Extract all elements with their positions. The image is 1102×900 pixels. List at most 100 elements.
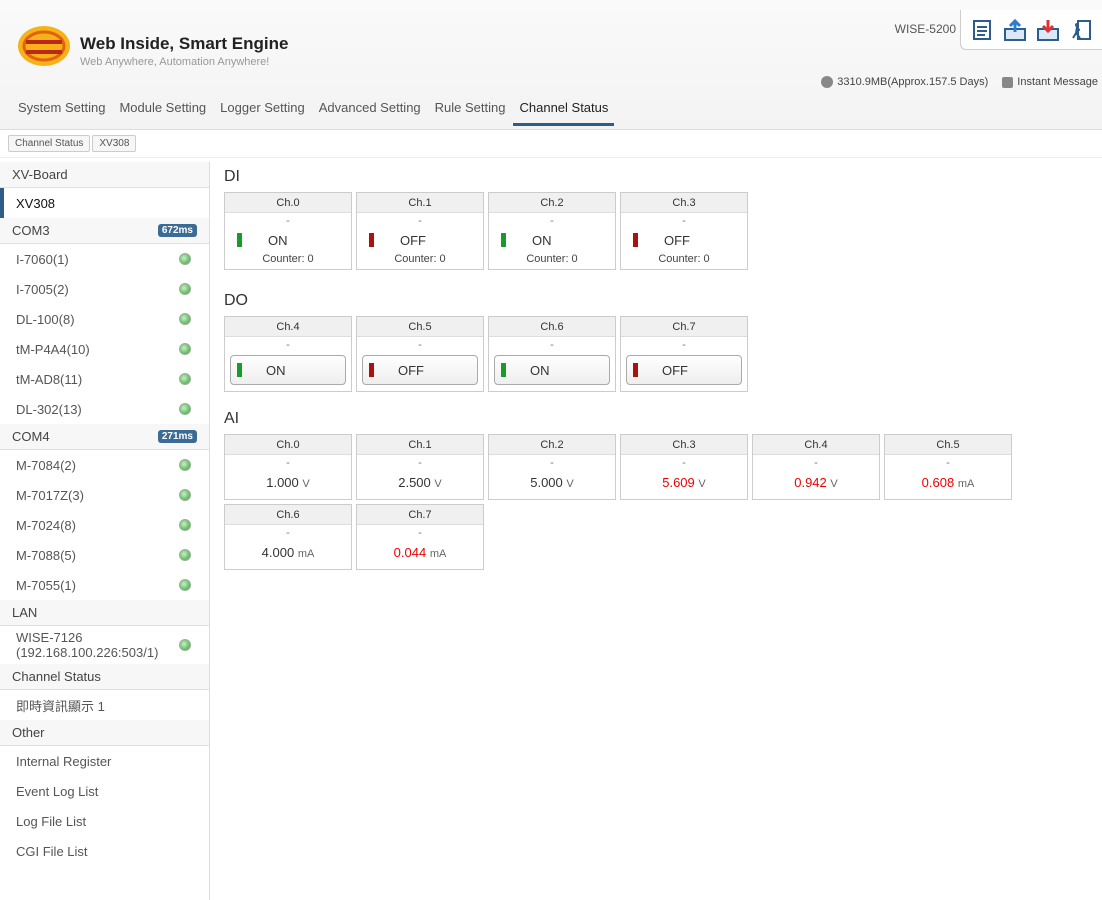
ai-value: 5.609 V: [662, 475, 706, 490]
nav-advanced-setting[interactable]: Advanced Setting: [313, 96, 427, 126]
sidebar-item-module[interactable]: tM-P4A4(10): [0, 334, 209, 364]
channel-desc: -: [286, 527, 290, 539]
storage-text: 3310.9MB(Approx.157.5 Days): [837, 76, 989, 88]
sidebar-item-event-log-list[interactable]: Event Log List: [0, 776, 209, 806]
channel-label: Ch.2: [489, 193, 615, 213]
status-led-icon: [179, 459, 191, 471]
di-channel-card: Ch.0 - ON Counter: 0: [224, 192, 352, 270]
sidebar-item-module[interactable]: I-7060(1): [0, 244, 209, 274]
nav-rule-setting[interactable]: Rule Setting: [429, 96, 512, 126]
sidebar-item-module[interactable]: tM-AD8(11): [0, 364, 209, 394]
channel-desc: -: [550, 215, 554, 227]
status-led-icon: [179, 639, 191, 651]
ai-value: 2.500 V: [398, 475, 442, 490]
ai-value: 0.942 V: [794, 475, 838, 490]
download-icon[interactable]: [1035, 17, 1061, 43]
di-channel-card: Ch.3 - OFF Counter: 0: [620, 192, 748, 270]
device-model: WISE-5200: [894, 22, 956, 36]
ai-channel-card: Ch.7 - 0.044 mA: [356, 504, 484, 570]
channel-desc: -: [682, 339, 686, 351]
channel-desc: -: [946, 457, 950, 469]
status-led-icon: [179, 519, 191, 531]
sidebar-item-module[interactable]: M-7024(8): [0, 510, 209, 540]
channel-label: Ch.6: [489, 317, 615, 337]
channel-label: Ch.2: [489, 435, 615, 455]
nav-logger-setting[interactable]: Logger Setting: [214, 96, 311, 126]
toolbar: [960, 10, 1102, 50]
sidebar-item-xv308[interactable]: XV308: [0, 188, 209, 218]
sidebar-item-module[interactable]: M-7055(1): [0, 570, 209, 600]
di-channel-card: Ch.2 - ON Counter: 0: [488, 192, 616, 270]
di-state: OFF: [357, 229, 483, 251]
di-grid: Ch.0 - ON Counter: 0 Ch.1 - OFF Counter:…: [224, 192, 1084, 274]
sidebar-header-com3: COM3 672ms: [0, 218, 209, 244]
channel-label: Ch.0: [225, 193, 351, 213]
on-indicator-icon: [237, 363, 242, 377]
status-led-icon: [179, 313, 191, 325]
do-toggle-button[interactable]: OFF: [362, 355, 478, 385]
channel-label: Ch.4: [753, 435, 879, 455]
sidebar-item-module[interactable]: I-7005(2): [0, 274, 209, 304]
sidebar-item-module[interactable]: M-7084(2): [0, 450, 209, 480]
nav-module-setting[interactable]: Module Setting: [113, 96, 212, 126]
ai-channel-card: Ch.1 - 2.500 V: [356, 434, 484, 500]
off-indicator-icon: [633, 363, 638, 377]
document-icon[interactable]: [969, 17, 995, 43]
sidebar-header-xvboard: XV-Board: [0, 162, 209, 188]
ai-value: 0.044 mA: [393, 545, 447, 560]
sidebar-item-module[interactable]: DL-100(8): [0, 304, 209, 334]
sidebar-item-realtime-display[interactable]: 即時資訊顯示 1: [0, 690, 209, 720]
channel-label: Ch.3: [621, 193, 747, 213]
ai-channel-card: Ch.3 - 5.609 V: [620, 434, 748, 500]
nav-channel-status[interactable]: Channel Status: [513, 96, 615, 126]
ai-value: 4.000 mA: [261, 545, 315, 560]
sidebar-item-log-file-list[interactable]: Log File List: [0, 806, 209, 836]
do-toggle-button[interactable]: ON: [230, 355, 346, 385]
sidebar-item-module[interactable]: M-7017Z(3): [0, 480, 209, 510]
sidebar-item-module[interactable]: M-7088(5): [0, 540, 209, 570]
channel-desc: -: [286, 339, 290, 351]
instant-message-link[interactable]: Instant Message: [1017, 76, 1098, 88]
channel-label: Ch.7: [621, 317, 747, 337]
upload-icon[interactable]: [1002, 17, 1028, 43]
ai-grid: Ch.0 - 1.000 V Ch.1 - 2.500 V Ch.2 - 5.000 V C…: [224, 434, 1024, 574]
channel-label: Ch.6: [225, 505, 351, 525]
sidebar-item-module[interactable]: DL-302(13): [0, 394, 209, 424]
channel-desc: -: [286, 215, 290, 227]
brand-title: Web Inside, Smart Engine: [80, 34, 289, 53]
do-section-title: DO: [224, 292, 248, 309]
do-grid: Ch.4 - ON Ch.5 - OFF Ch.6 - ON Ch.7 - OF…: [224, 316, 1084, 396]
channel-desc: -: [418, 457, 422, 469]
channel-desc: -: [682, 457, 686, 469]
status-led-icon: [179, 343, 191, 355]
nav-system-setting[interactable]: System Setting: [12, 96, 111, 126]
di-section-title: DI: [224, 168, 240, 185]
message-icon[interactable]: [1002, 76, 1014, 88]
sidebar-item-cgi-file-list[interactable]: CGI File List: [0, 836, 209, 866]
storage-icon: [821, 76, 834, 88]
sidebar-item-internal-register[interactable]: Internal Register: [0, 746, 209, 776]
do-channel-card: Ch.5 - OFF: [356, 316, 484, 392]
do-channel-card: Ch.6 - ON: [488, 316, 616, 392]
do-toggle-button[interactable]: OFF: [626, 355, 742, 385]
channel-desc: -: [286, 457, 290, 469]
breadcrumb-channel-status[interactable]: Channel Status: [8, 135, 91, 152]
channel-desc: -: [418, 215, 422, 227]
breadcrumb-xv308[interactable]: XV308: [92, 135, 137, 152]
on-indicator-icon: [237, 233, 242, 247]
do-toggle-button[interactable]: ON: [494, 355, 610, 385]
status-led-icon: [179, 549, 191, 561]
sidebar-item-wise7126[interactable]: WISE-7126 (192.168.100.226:503/1): [0, 626, 209, 664]
ai-channel-card: Ch.4 - 0.942 V: [752, 434, 880, 500]
channel-label: Ch.3: [621, 435, 747, 455]
ai-channel-card: Ch.2 - 5.000 V: [488, 434, 616, 500]
latency-badge: 672ms: [157, 224, 197, 237]
ai-value: 1.000 V: [266, 475, 310, 490]
header: Web Inside, Smart Engine Web Anywhere, A…: [0, 0, 1102, 130]
logout-icon[interactable]: [1068, 17, 1094, 43]
channel-label: Ch.1: [357, 435, 483, 455]
di-counter: Counter: 0: [526, 253, 578, 265]
channel-label: Ch.7: [357, 505, 483, 525]
channel-status-panel: DI Ch.0 - ON Counter: 0 Ch.1 - OFF Count…: [224, 168, 1084, 574]
status-led-icon: [179, 283, 191, 295]
